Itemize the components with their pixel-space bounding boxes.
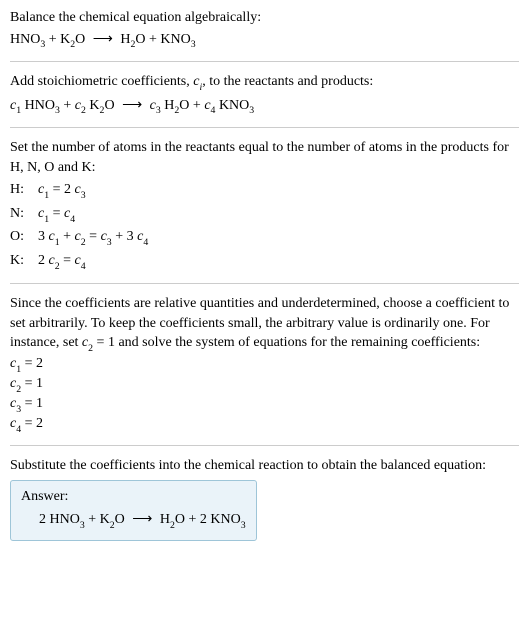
table-row: N: c1 = c4 [10,203,148,227]
step-atom-equations: Set the number of atoms in the reactants… [10,138,519,273]
step4-text: Substitute the coefficients into the che… [10,456,519,476]
problem-title: Balance the chemical equation algebraica… [10,8,519,28]
list-item: c2 = 1 [10,375,519,395]
reaction-arrow: ⟶ [122,96,142,116]
equation-with-coefficients: c1 HNO3 + c2 K2O ⟶ c3 H2O + c4 KNO3 [10,96,519,118]
problem-statement: Balance the chemical equation algebraica… [10,8,519,51]
divider [10,127,519,128]
divider [10,445,519,446]
reaction-arrow: ⟶ [93,30,113,50]
table-row: K: 2 c2 = c4 [10,250,148,274]
unbalanced-equation: HNO3 + K2O ⟶ H2O + KNO3 [10,30,519,52]
reaction-arrow: ⟶ [132,510,152,530]
coefficient-solutions: c1 = 2 c2 = 1 c3 = 1 c4 = 2 [10,355,519,435]
answer-label: Answer: [21,487,246,507]
answer-box: Answer: 2 HNO3 + K2O ⟶ H2O + 2 KNO3 [10,480,257,541]
atom-balance-table: H: c1 = 2 c3 N: c1 = c4 O: 3 c1 + c2 = c… [10,179,148,273]
step-substitute: Substitute the coefficients into the che… [10,456,519,541]
list-item: c3 = 1 [10,395,519,415]
step3-text: Since the coefficients are relative quan… [10,294,519,355]
divider [10,283,519,284]
list-item: c1 = 2 [10,355,519,375]
step-add-coefficients: Add stoichiometric coefficients, ci, to … [10,72,519,117]
step2-text: Set the number of atoms in the reactants… [10,138,519,177]
table-row: O: 3 c1 + c2 = c3 + 3 c4 [10,226,148,250]
step1-text: Add stoichiometric coefficients, ci, to … [10,72,519,94]
list-item: c4 = 2 [10,415,519,435]
divider [10,61,519,62]
step-solve: Since the coefficients are relative quan… [10,294,519,435]
table-row: H: c1 = 2 c3 [10,179,148,203]
balanced-equation: 2 HNO3 + K2O ⟶ H2O + 2 KNO3 [21,510,246,532]
